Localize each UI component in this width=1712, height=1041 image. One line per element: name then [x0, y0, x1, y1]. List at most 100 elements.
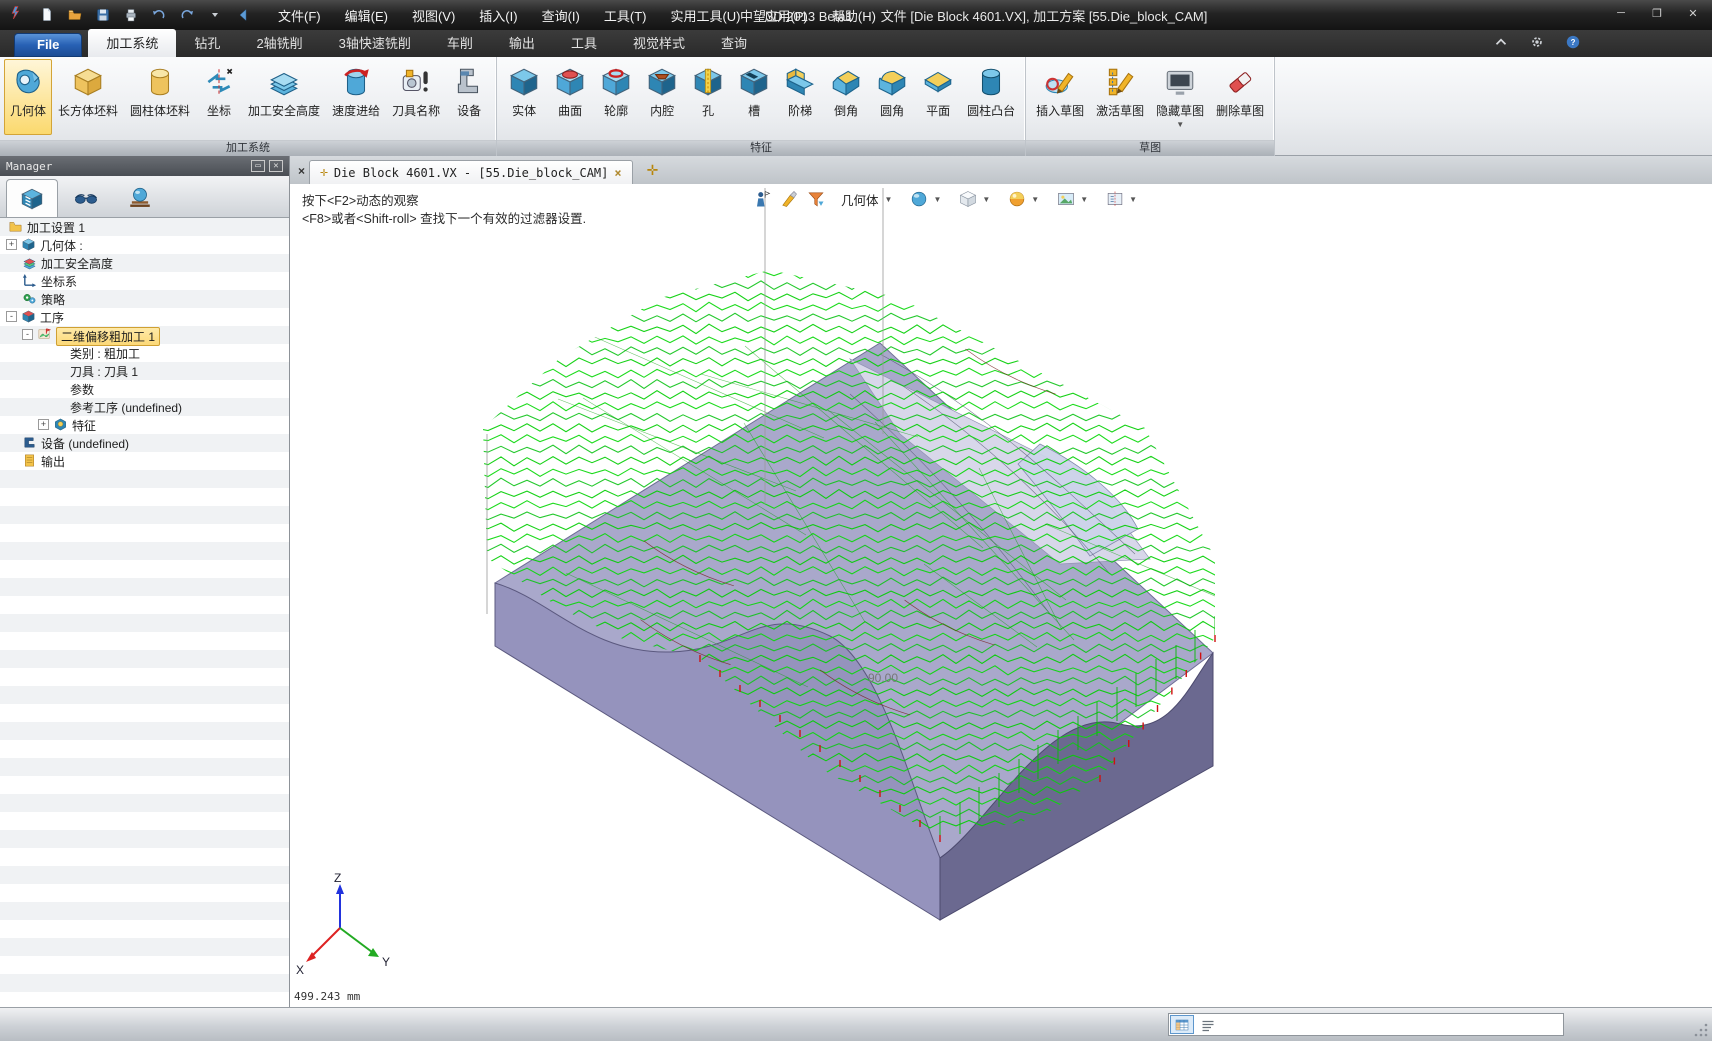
tree-row[interactable]: -二维偏移粗加工 1: [0, 326, 289, 344]
render-ball-icon[interactable]: [1007, 189, 1027, 209]
maximize-button[interactable]: ❐: [1644, 4, 1670, 22]
tree-item-label[interactable]: 类别 : 粗加工: [70, 345, 140, 362]
manager-tab-view-glasses[interactable]: [60, 179, 112, 217]
panel-close-icon[interactable]: ×: [298, 164, 305, 178]
ribbon-tab-2[interactable]: 钻孔: [176, 29, 238, 57]
open-file-icon[interactable]: [66, 6, 84, 24]
chevron-down-icon[interactable]: ▼: [1031, 195, 1039, 204]
menu-6[interactable]: 工具(T): [594, 3, 657, 28]
tree-item-label[interactable]: 加工安全高度: [41, 255, 113, 272]
die-block-3d-model[interactable]: 90.00ZXY: [290, 184, 1712, 1007]
ribbon-button-tool-name[interactable]: 刀具名称: [386, 59, 446, 135]
tree-row[interactable]: 刀具 : 刀具 1: [0, 362, 289, 380]
filter-icon[interactable]: [806, 189, 826, 209]
document-tab[interactable]: ✛ Die Block 4601.VX - [55.Die_block_CAM]…: [309, 160, 633, 184]
tree-item-label[interactable]: 工序: [40, 309, 64, 326]
close-button[interactable]: ✕: [1680, 4, 1706, 22]
shaded-sphere-icon[interactable]: [909, 189, 929, 209]
tree-expand-icon[interactable]: +: [6, 239, 17, 250]
tree-item-label[interactable]: 输出: [41, 453, 65, 470]
file-tab[interactable]: File: [14, 33, 82, 57]
entity-filter-dropdown[interactable]: 几何体: [841, 190, 879, 209]
help-icon[interactable]: ?: [1564, 33, 1582, 51]
tree-collapse-icon[interactable]: -: [22, 329, 33, 340]
minimize-button[interactable]: ─: [1608, 4, 1634, 22]
resize-grip-icon[interactable]: [1692, 1021, 1710, 1039]
tree-item-label[interactable]: 参考工序 (undefined): [70, 399, 182, 416]
tree-row[interactable]: 加工安全高度: [0, 254, 289, 272]
ribbon-button-solid[interactable]: 实体: [501, 59, 547, 135]
section-view-icon[interactable]: [1105, 189, 1125, 209]
collapse-ribbon-icon[interactable]: [1492, 33, 1510, 51]
tree-row[interactable]: 类别 : 粗加工: [0, 344, 289, 362]
chevron-down-icon[interactable]: ▼: [1080, 195, 1088, 204]
statusbar-button-grid-view[interactable]: [1170, 1015, 1194, 1034]
ribbon-tab-1[interactable]: 加工系统: [88, 29, 176, 57]
tree-collapse-icon[interactable]: -: [6, 311, 17, 322]
new-tab-button[interactable]: ✛: [647, 162, 659, 179]
ribbon-button-surface[interactable]: 曲面: [547, 59, 593, 135]
redo-icon[interactable]: [178, 6, 196, 24]
ribbon-button-sketch-hide[interactable]: 隐藏草图▼: [1150, 59, 1210, 135]
tree-row[interactable]: 设备 (undefined): [0, 434, 289, 452]
ribbon-button-sketch-activate[interactable]: 激活草图: [1090, 59, 1150, 135]
manager-restore-button[interactable]: ▭: [251, 160, 265, 172]
ribbon-button-speed-feed[interactable]: 速度进给: [326, 59, 386, 135]
tree-item-label[interactable]: 策略: [41, 291, 65, 308]
ribbon-button-pocket[interactable]: 内腔: [639, 59, 685, 135]
ribbon-button-stock-cylinder[interactable]: 圆柱体坯料: [124, 59, 196, 135]
ribbon-button-datum[interactable]: 坐标: [196, 59, 242, 135]
menu-5[interactable]: 查询(I): [532, 3, 590, 28]
print-icon[interactable]: [122, 6, 140, 24]
brush-icon[interactable]: [779, 189, 799, 209]
ribbon-tab-5[interactable]: 车削: [429, 29, 491, 57]
ribbon-button-stock-block[interactable]: 长方体坯料: [52, 59, 124, 135]
tree-row[interactable]: 坐标系: [0, 272, 289, 290]
toolbar-options-icon[interactable]: [206, 6, 224, 24]
ribbon-button-hole[interactable]: 孔: [685, 59, 731, 135]
statusbar-button-list-view[interactable]: [1196, 1015, 1220, 1034]
ribbon-button-step[interactable]: 阶梯: [777, 59, 823, 135]
ribbon-button-chamfer[interactable]: 倒角: [823, 59, 869, 135]
menu-1[interactable]: 文件(F): [268, 3, 331, 28]
manager-tab-visual-manager[interactable]: [114, 179, 166, 217]
new-file-icon[interactable]: [38, 6, 56, 24]
undo-icon[interactable]: [150, 6, 168, 24]
tree-row[interactable]: 策略: [0, 290, 289, 308]
ribbon-tab-3[interactable]: 2轴铣削: [238, 29, 320, 57]
ribbon-tab-8[interactable]: 视觉样式: [615, 29, 703, 57]
menu-3[interactable]: 视图(V): [402, 3, 465, 28]
ribbon-button-slot[interactable]: 槽: [731, 59, 777, 135]
ribbon-button-contour[interactable]: 轮廓: [593, 59, 639, 135]
tree-row[interactable]: - 工序: [0, 308, 289, 326]
tree-row[interactable]: + 特征: [0, 416, 289, 434]
manager-tab-cam-manager[interactable]: [6, 179, 58, 217]
ribbon-tab-4[interactable]: 3轴快速铣削: [321, 29, 429, 57]
tree-row[interactable]: 输出: [0, 452, 289, 470]
document-tab-close-icon[interactable]: ×: [614, 166, 621, 180]
ribbon-button-fillet[interactable]: 圆角: [869, 59, 915, 135]
save-icon[interactable]: [94, 6, 112, 24]
ribbon-button-geometry[interactable]: 几何体: [4, 59, 52, 135]
track-observer-icon[interactable]: [752, 189, 772, 209]
ribbon-button-boss[interactable]: 圆柱凸台: [961, 59, 1021, 135]
chevron-down-icon[interactable]: ▼: [982, 195, 990, 204]
ribbon-tab-7[interactable]: 工具: [553, 29, 615, 57]
tree-row[interactable]: 加工设置 1: [0, 218, 289, 236]
wireframe-cube-icon[interactable]: [958, 189, 978, 209]
menu-7[interactable]: 实用工具(U): [660, 3, 750, 28]
tree-item-label[interactable]: 特征: [72, 417, 96, 434]
tree-item-label[interactable]: 加工设置 1: [27, 219, 85, 236]
tree-row[interactable]: 参数: [0, 380, 289, 398]
ribbon-button-plane[interactable]: 平面: [915, 59, 961, 135]
settings-icon[interactable]: [1528, 33, 1546, 51]
tree-expand-icon[interactable]: +: [38, 419, 49, 430]
ribbon-tab-6[interactable]: 输出: [491, 29, 553, 57]
chevron-down-icon[interactable]: ▼: [933, 195, 941, 204]
ribbon-button-sketch-insert[interactable]: 插入草图: [1030, 59, 1090, 135]
ribbon-button-clearance[interactable]: 加工安全高度: [242, 59, 326, 135]
dropdown-caret-icon[interactable]: ▼: [1176, 122, 1184, 127]
back-icon[interactable]: [234, 6, 252, 24]
menu-4[interactable]: 插入(I): [469, 3, 527, 28]
background-image-icon[interactable]: [1056, 189, 1076, 209]
